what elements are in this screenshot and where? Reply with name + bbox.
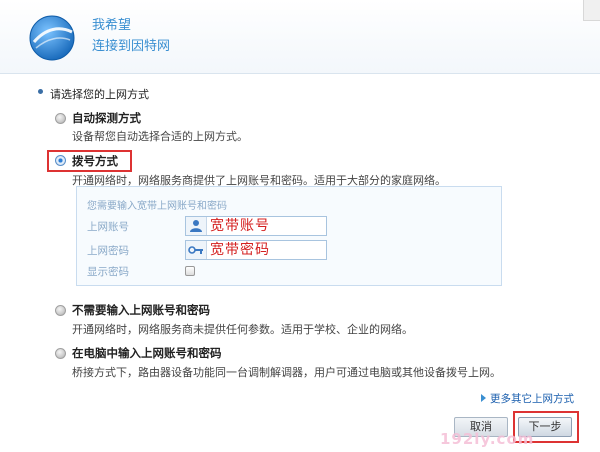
- section-label: 请选择您的上网方式: [50, 88, 149, 101]
- account-label: 上网账号: [87, 221, 129, 233]
- radio-dialup[interactable]: [55, 155, 66, 166]
- header-title: 我希望: [92, 18, 132, 33]
- credentials-panel: 您需要输入宽带上网账号和密码 上网账号 上网密码 显示密码: [76, 186, 502, 286]
- arrow-right-icon: [481, 394, 486, 402]
- radio-auto-detect[interactable]: [55, 113, 66, 124]
- option-no-account-desc: 开通网络时，网络服务商未提供任何参数。适用于学校、企业的网络。: [72, 323, 413, 336]
- window-corner: [583, 0, 600, 21]
- more-methods-link[interactable]: 更多其它上网方式: [490, 391, 574, 406]
- option-no-account-title[interactable]: 不需要输入上网账号和密码: [72, 302, 210, 318]
- key-icon: [186, 241, 207, 259]
- credentials-hint: 您需要输入宽带上网账号和密码: [87, 201, 227, 212]
- option-auto-detect-desc: 设备帮您自动选择合适的上网方式。: [72, 130, 248, 143]
- radio-pc-dialup[interactable]: [55, 348, 66, 359]
- header: 我希望 连接到因特网: [0, 0, 600, 74]
- option-pc-dialup-title[interactable]: 在电脑中输入上网账号和密码: [72, 345, 222, 361]
- account-input[interactable]: [210, 217, 322, 235]
- radio-no-account[interactable]: [55, 305, 66, 316]
- watermark: 192ly.com: [440, 430, 535, 448]
- user-icon: [186, 217, 207, 235]
- show-password-label: 显示密码: [87, 266, 129, 278]
- bullet-icon: [38, 89, 43, 94]
- account-field[interactable]: [185, 216, 327, 236]
- option-pc-dialup-desc: 桥接方式下，路由器设备功能同一台调制解调器，用户可通过电脑或其他设备拨号上网。: [72, 366, 501, 379]
- header-subtitle: 连接到因特网: [92, 39, 171, 54]
- option-auto-detect-title[interactable]: 自动探测方式: [72, 110, 141, 126]
- password-label: 上网密码: [87, 245, 129, 257]
- globe-logo-icon: [29, 15, 75, 61]
- option-dialup-title[interactable]: 拨号方式: [72, 153, 118, 169]
- password-field[interactable]: [185, 240, 327, 260]
- show-password-checkbox[interactable]: [185, 266, 195, 276]
- password-input[interactable]: [210, 241, 322, 259]
